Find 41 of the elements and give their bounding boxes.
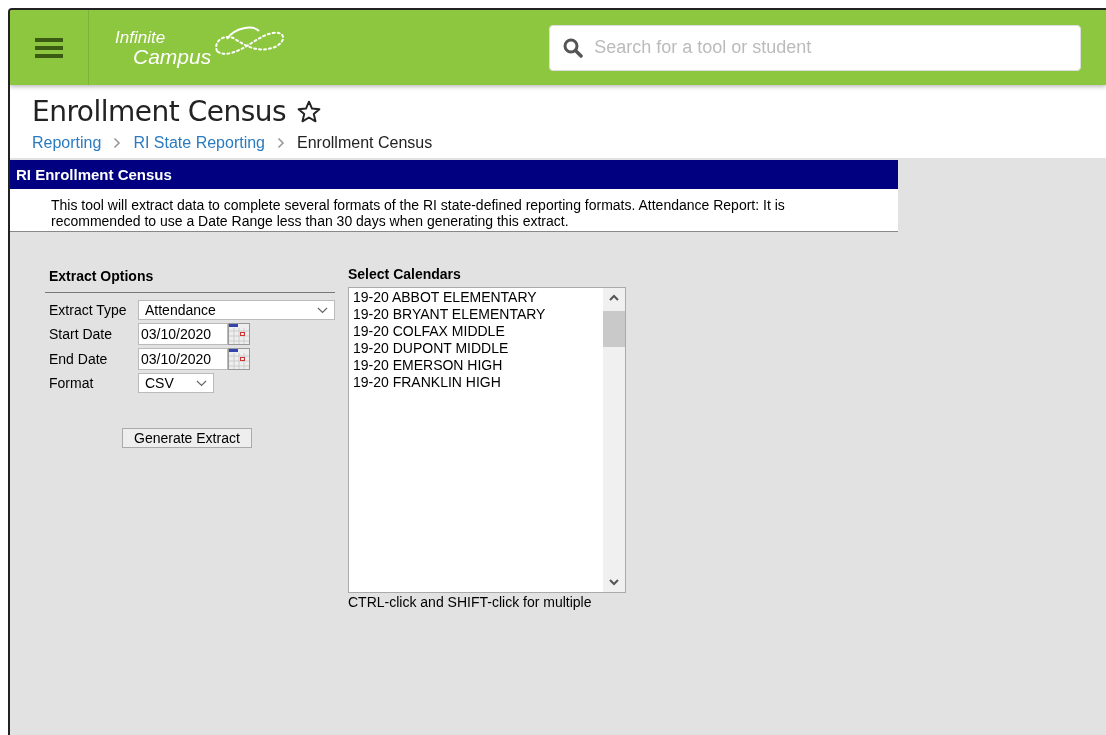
chevron-icon bbox=[113, 137, 122, 149]
breadcrumb-link[interactable]: Reporting bbox=[32, 134, 102, 152]
menu-icon[interactable] bbox=[35, 35, 63, 60]
dropdown[interactable]: CSV bbox=[138, 373, 214, 393]
search-icon bbox=[563, 37, 584, 58]
section-heading: Select Calendars bbox=[348, 266, 462, 282]
search-field[interactable]: Search for a tool or student bbox=[549, 24, 1082, 71]
calendar-listbox[interactable]: 19-20 ABBOT ELEMENTARY 19-20 BRYANT ELEMENTARY 19-20 COLFAX MIDDLE 19-20 DUPONT MIDDLE 19-20 EMERSON HIGH 19-20 FRANKLIN HIGH bbox=[348, 287, 626, 593]
hint-text: CTRL-click and SHIFT-click for multiple bbox=[348, 594, 593, 610]
scrollbar[interactable] bbox=[603, 288, 625, 592]
description-text: This tool will extract data to complete several formats of the RI state-defined reporting formats. Attendance Report: It is recommended to use a Date Range less than 30 days when generating this extract. bbox=[10, 189, 898, 232]
chevron-icon bbox=[277, 137, 285, 149]
date-field[interactable]: 03/10/2020 bbox=[138, 348, 228, 370]
chevron-down-icon bbox=[317, 306, 328, 314]
field-label: Start Date bbox=[49, 326, 114, 342]
scroll-up-icon[interactable] bbox=[609, 294, 619, 301]
field-label: Format bbox=[49, 375, 95, 391]
page-title: Enrollment Census bbox=[32, 95, 287, 128]
calendar-icon[interactable] bbox=[228, 323, 250, 345]
calendar-option[interactable]: 19-20 BRYANT ELEMENTARY bbox=[353, 306, 599, 323]
logo-text: Campus bbox=[133, 45, 212, 67]
chevron-down-icon bbox=[196, 379, 207, 387]
panel-header: RI Enrollment Census bbox=[10, 160, 898, 189]
calendar-option[interactable]: 19-20 COLFAX MIDDLE bbox=[353, 323, 599, 340]
section-heading: Extract Options bbox=[45, 268, 335, 293]
date-field[interactable]: 03/10/2020 bbox=[138, 323, 228, 345]
star-icon[interactable] bbox=[296, 98, 323, 125]
logo-text: Infinite bbox=[115, 28, 167, 46]
calendar-option[interactable]: 19-20 FRANKLIN HIGH bbox=[353, 374, 599, 391]
breadcrumb-link[interactable]: RI State Reporting bbox=[133, 134, 265, 152]
calendar-icon[interactable] bbox=[228, 348, 250, 370]
breadcrumb-current: Enrollment Census bbox=[297, 134, 433, 152]
scroll-down-icon[interactable] bbox=[609, 579, 619, 586]
generate-extract-button[interactable]: Generate Extract bbox=[122, 428, 252, 448]
field-label: End Date bbox=[49, 351, 109, 367]
calendar-option[interactable]: 19-20 DUPONT MIDDLE bbox=[353, 340, 599, 357]
calendar-option[interactable]: 19-20 EMERSON HIGH bbox=[353, 357, 599, 374]
calendar-option[interactable]: 19-20 ABBOT ELEMENTARY bbox=[353, 289, 599, 306]
scroll-thumb[interactable] bbox=[603, 311, 625, 347]
field-label: Extract Type bbox=[49, 302, 128, 318]
dropdown[interactable]: Attendance bbox=[138, 300, 335, 320]
